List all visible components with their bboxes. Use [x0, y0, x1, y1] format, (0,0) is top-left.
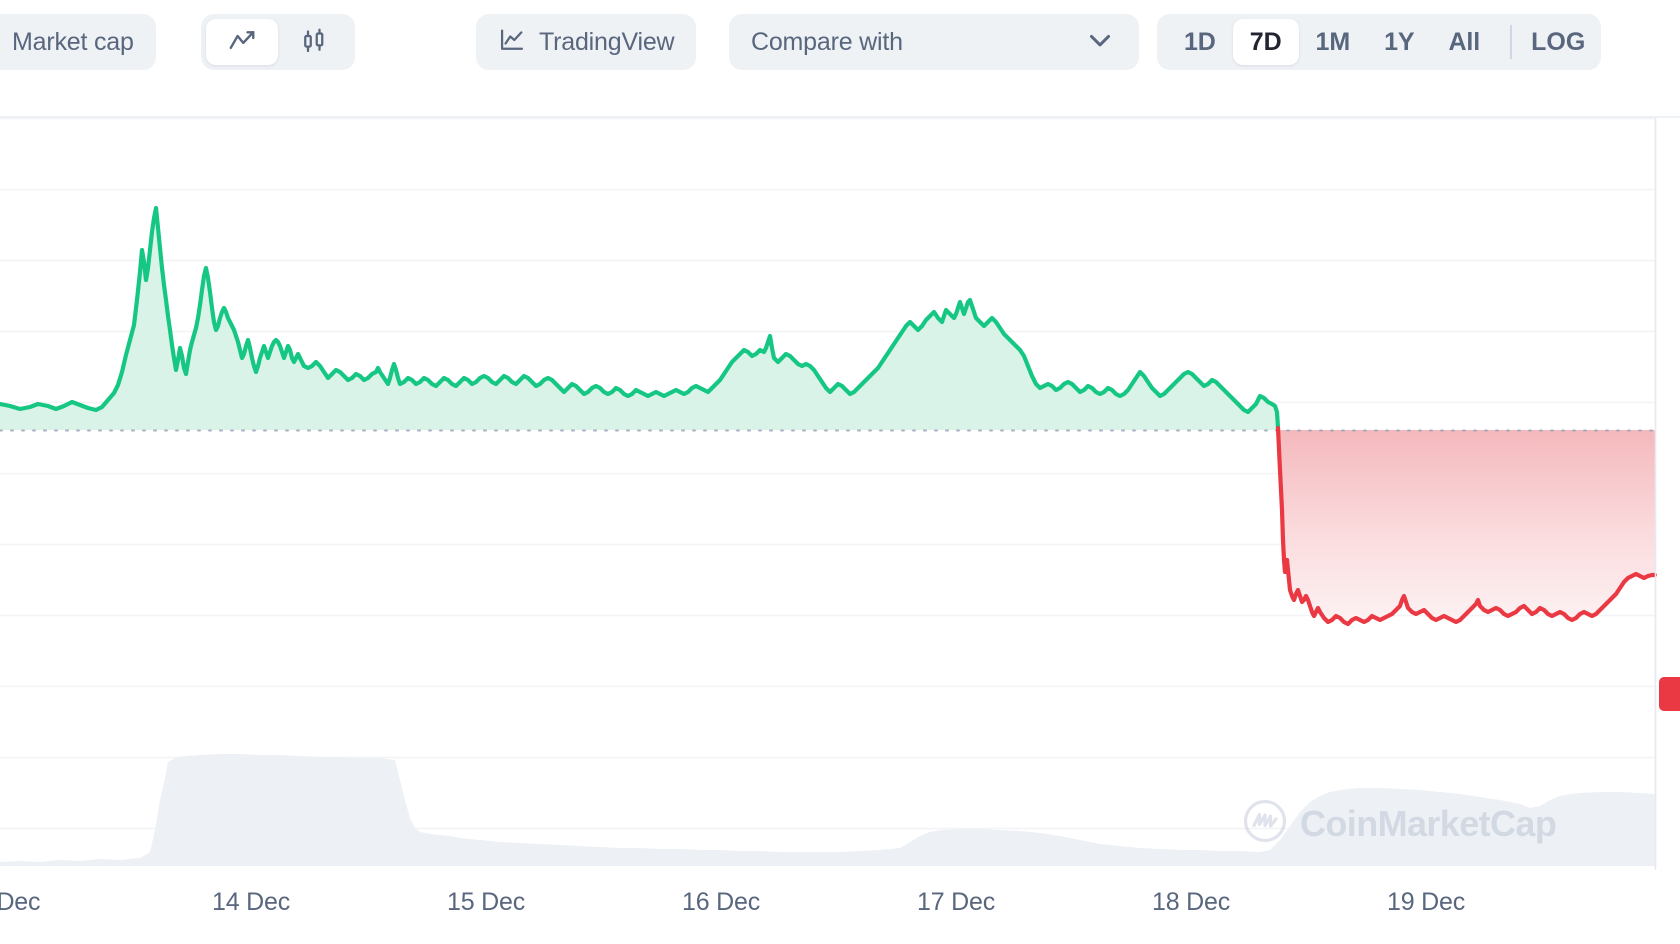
- range-button-1m[interactable]: 1M: [1299, 19, 1368, 65]
- log-scale-button[interactable]: LOG: [1525, 19, 1591, 65]
- x-axis-tick: 15 Dec: [446, 888, 526, 916]
- price-area-down: [1278, 428, 1655, 624]
- x-axis-tick: 18 Dec: [1151, 888, 1231, 916]
- toolbar-divider: [1510, 25, 1513, 59]
- price-chart-page: Market cap TradingView Compare with 1D 7…: [0, 0, 1680, 944]
- tradingview-label: TradingView: [539, 27, 675, 56]
- candlestick-icon: [299, 26, 329, 59]
- chevron-down-icon: [1083, 23, 1117, 62]
- market-cap-button[interactable]: Market cap: [0, 14, 156, 70]
- chart-type-toggle-group: [201, 14, 355, 70]
- x-axis-tick: 19 Dec: [1386, 888, 1466, 916]
- price-chart-svg: [0, 118, 1658, 870]
- compare-with-dropdown[interactable]: Compare with: [729, 14, 1139, 70]
- tradingview-button[interactable]: TradingView: [476, 14, 697, 70]
- range-button-7d[interactable]: 7D: [1232, 19, 1299, 65]
- line-chart-toggle[interactable]: [206, 19, 278, 65]
- range-button-1d[interactable]: 1D: [1167, 19, 1233, 65]
- market-cap-label: Market cap: [12, 27, 134, 56]
- tradingview-chart-icon: [498, 26, 526, 59]
- x-axis-tick: 14 Dec: [211, 888, 291, 916]
- time-range-group: 1D 7D 1M 1Y All LOG: [1157, 14, 1602, 70]
- x-axis-tick: 3 Dec: [0, 888, 41, 916]
- range-button-1y[interactable]: 1Y: [1367, 19, 1431, 65]
- x-axis: 3 Dec 14 Dec 15 Dec 16 Dec 17 Dec 18 Dec 19 De…: [0, 870, 1680, 944]
- candlestick-chart-toggle[interactable]: [278, 19, 350, 65]
- compare-with-label: Compare with: [751, 27, 903, 56]
- line-chart-icon: [227, 26, 257, 59]
- chart-toolbar: Market cap TradingView Compare with 1D 7…: [0, 0, 1680, 118]
- price-area-up: [0, 208, 1278, 430]
- current-price-badge: [1659, 677, 1680, 711]
- range-button-all[interactable]: All: [1431, 19, 1497, 65]
- volume-bars: [0, 754, 1655, 866]
- chart-plot-area[interactable]: CoinMarketCap: [0, 118, 1680, 870]
- x-axis-tick: 16 Dec: [681, 888, 761, 916]
- x-axis-tick: 17 Dec: [916, 888, 996, 916]
